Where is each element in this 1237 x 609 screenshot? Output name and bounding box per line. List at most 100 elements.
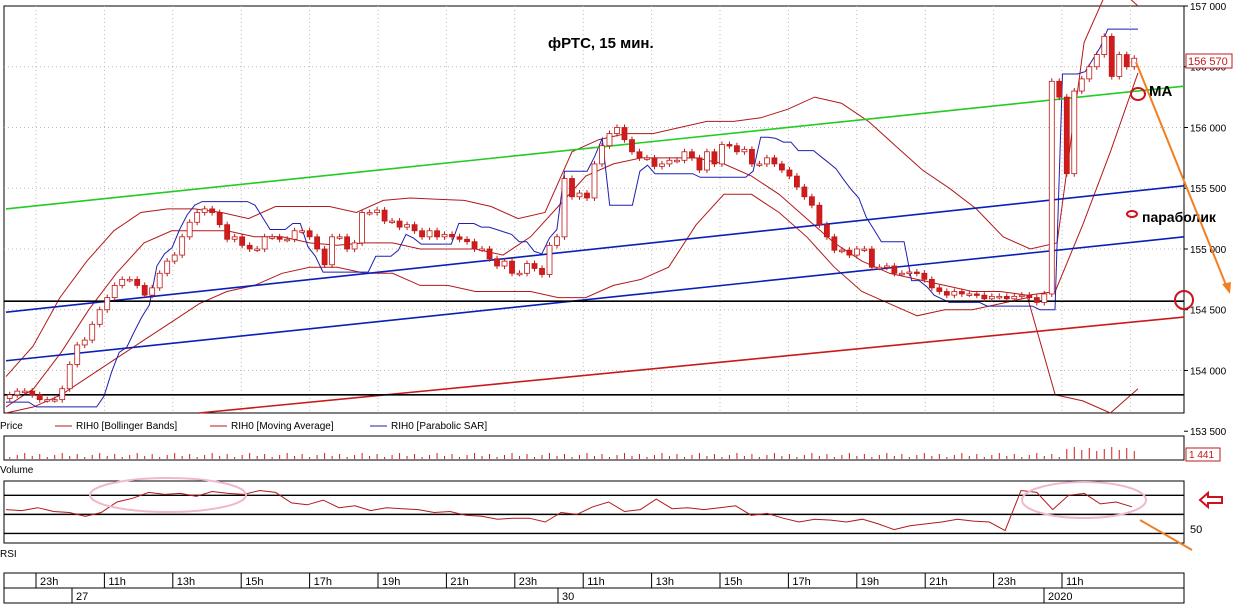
- candle-body: [794, 175, 800, 188]
- candle-body: [464, 238, 470, 243]
- candle-body: [389, 220, 395, 223]
- candle-body: [1123, 54, 1130, 68]
- candle-body: [546, 244, 553, 275]
- candle-body: [831, 236, 838, 251]
- candle-body: [996, 295, 1003, 299]
- candle-body: [1056, 80, 1063, 98]
- candle-body: [6, 394, 13, 399]
- candle-body: [74, 344, 81, 365]
- volume-value-label: 1 441: [1189, 450, 1214, 461]
- chart-title: фРТС, 15 мин.: [548, 35, 654, 52]
- candle-body: [89, 323, 96, 341]
- candle-body: [344, 236, 350, 250]
- candle-body: [36, 394, 43, 401]
- candle-body: [419, 230, 425, 238]
- legend-price-label: Price: [0, 421, 23, 432]
- candle-body: [958, 291, 965, 295]
- legend-sar-label: RIH0 [Parabolic SAR]: [391, 421, 487, 432]
- candle-body: [936, 287, 943, 292]
- candle-body: [779, 163, 785, 171]
- candle-body: [659, 163, 665, 167]
- candle-body: [336, 236, 343, 239]
- annotation-ma: MA: [1149, 83, 1172, 100]
- time-hour-label: 21h: [929, 576, 947, 588]
- candle-body: [449, 234, 455, 238]
- candle-body: [524, 263, 530, 274]
- legend-bollinger-label: RIH0 [Bollinger Bands]: [76, 421, 177, 432]
- candle-body: [381, 209, 388, 222]
- time-hour-label: 23h: [519, 576, 537, 588]
- candle-body: [711, 151, 718, 165]
- candle-body: [516, 272, 523, 276]
- candle-body: [366, 212, 373, 215]
- candle-body: [1071, 90, 1078, 175]
- candle-body: [621, 127, 628, 141]
- time-hour-label: 23h: [998, 576, 1016, 588]
- candle-body: [868, 248, 875, 268]
- candle-body: [606, 133, 613, 147]
- y-tick-label: 153 500: [1190, 427, 1227, 438]
- candle-body: [29, 390, 36, 396]
- candle-body: [988, 295, 995, 300]
- y-tick-label: 156 000: [1190, 123, 1227, 134]
- candle-body: [786, 169, 793, 177]
- candle-body: [651, 157, 658, 167]
- candle-body: [704, 151, 710, 171]
- candle-body: [898, 272, 905, 276]
- candle-body: [1101, 35, 1108, 55]
- candle-body: [396, 220, 403, 228]
- rsi-tick-50: 50: [1190, 524, 1202, 536]
- candle-body: [1041, 293, 1048, 303]
- candle-body: [276, 236, 283, 240]
- candle-body: [883, 265, 890, 268]
- candle-body: [1078, 78, 1085, 92]
- last-price-label: 156 570: [1188, 56, 1228, 68]
- candle-body: [111, 285, 118, 298]
- candle-body: [126, 278, 133, 282]
- candle-body: [224, 224, 231, 240]
- candle-body: [269, 236, 276, 239]
- candle-body: [351, 242, 358, 250]
- candle-body: [771, 157, 778, 165]
- candle-body: [808, 196, 815, 206]
- candle-body: [1011, 295, 1018, 300]
- time-hour-label: 11h: [108, 576, 126, 588]
- candle-body: [764, 157, 770, 165]
- candle-body: [134, 278, 141, 286]
- candle-body: [1026, 294, 1033, 298]
- candle-body: [719, 144, 725, 165]
- time-hour-label: 19h: [382, 576, 400, 588]
- time-hour-label: 23h: [40, 576, 58, 588]
- candle-body: [479, 248, 485, 251]
- candle-body: [531, 263, 538, 269]
- candle-body: [404, 224, 410, 228]
- candle-body: [973, 293, 980, 296]
- candle-body: [1018, 294, 1025, 298]
- time-hour-label: 11h: [587, 576, 605, 588]
- candle-body: [104, 297, 111, 311]
- candle-body: [291, 230, 298, 240]
- candle-body: [119, 278, 126, 286]
- time-hour-label: 17h: [792, 576, 810, 588]
- candle-body: [164, 260, 171, 274]
- volume-label: Volume: [0, 465, 34, 476]
- candle-body: [891, 265, 898, 274]
- candle-body: [1048, 80, 1055, 295]
- candle-body: [666, 159, 673, 165]
- candle-body: [876, 266, 883, 270]
- candle-body: [569, 178, 575, 198]
- projection-arrow-head: [1222, 282, 1231, 294]
- candle-body: [486, 248, 493, 260]
- candle-body: [441, 234, 448, 238]
- candle-body: [426, 230, 433, 238]
- candle-body: [689, 151, 695, 159]
- candle-body: [149, 287, 156, 296]
- candle-body: [614, 127, 620, 134]
- candle-body: [44, 399, 51, 402]
- time-hour-label: 15h: [724, 576, 742, 588]
- candle-body: [951, 291, 958, 296]
- candle-body: [171, 254, 178, 262]
- annotation-parabolic: параболик: [1142, 209, 1217, 225]
- candle-body: [861, 248, 868, 251]
- candle-body: [314, 236, 321, 250]
